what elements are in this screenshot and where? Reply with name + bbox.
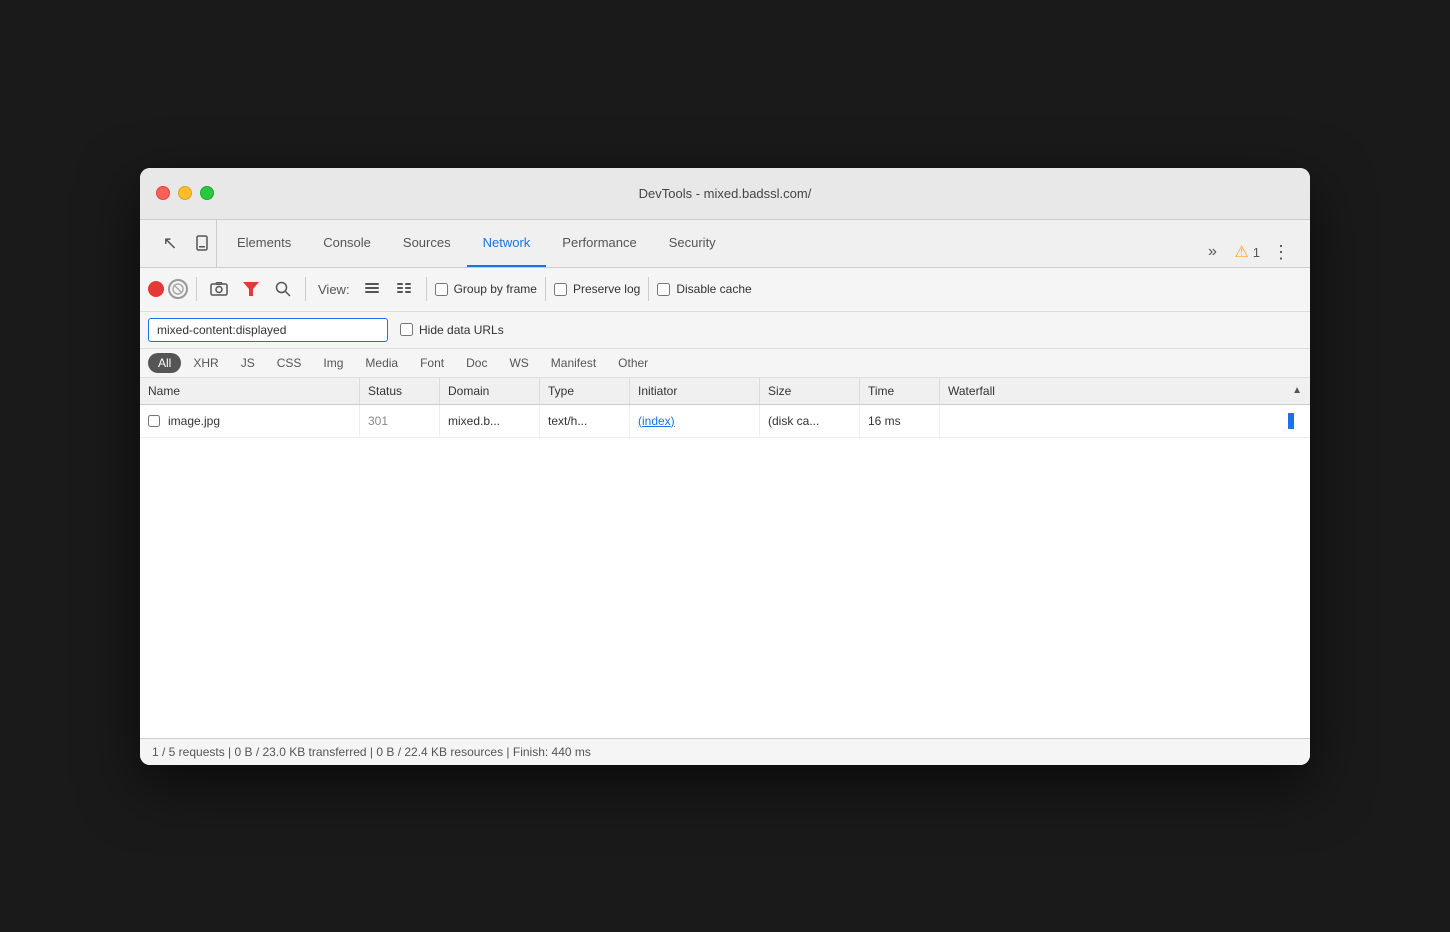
separator-4: [545, 277, 546, 301]
disable-cache-checkbox[interactable]: [657, 283, 670, 296]
filter-button[interactable]: [237, 275, 265, 303]
preserve-log-checkbox[interactable]: [554, 283, 567, 296]
filter-type-ws[interactable]: WS: [499, 353, 538, 373]
stop-button[interactable]: [168, 279, 188, 299]
more-menu-btn[interactable]: ⋮: [1268, 238, 1294, 267]
filter-type-js[interactable]: JS: [231, 353, 265, 373]
tab-console[interactable]: Console: [307, 220, 387, 267]
cursor-tool-btn[interactable]: ↖: [156, 229, 184, 257]
initiator-link[interactable]: (index): [638, 414, 675, 428]
hide-data-urls-toggle[interactable]: Hide data URLs: [400, 323, 504, 337]
table-row[interactable]: image.jpg 301 mixed.b... text/h... (inde…: [140, 405, 1310, 438]
group-by-frame-toggle[interactable]: Group by frame: [435, 282, 537, 296]
table-header: Name Status Domain Type Initiator Size T…: [140, 378, 1310, 405]
filter-type-css[interactable]: CSS: [267, 353, 312, 373]
view-tree-btn[interactable]: [390, 275, 418, 303]
network-table: Name Status Domain Type Initiator Size T…: [140, 378, 1310, 738]
filter-type-manifest[interactable]: Manifest: [541, 353, 606, 373]
table-body: image.jpg 301 mixed.b... text/h... (inde…: [140, 405, 1310, 438]
cell-type: text/h...: [540, 405, 630, 437]
separator-5: [648, 277, 649, 301]
tab-elements[interactable]: Elements: [221, 220, 307, 267]
close-button[interactable]: [156, 186, 170, 200]
filter-type-font[interactable]: Font: [410, 353, 454, 373]
cell-time: 16 ms: [860, 405, 940, 437]
window-title: DevTools - mixed.badssl.com/: [639, 186, 812, 201]
cell-domain: mixed.b...: [440, 405, 540, 437]
separator-3: [426, 277, 427, 301]
filter-type-img[interactable]: Img: [313, 353, 353, 373]
warning-count: 1: [1253, 245, 1260, 260]
maximize-button[interactable]: [200, 186, 214, 200]
devtools-window: DevTools - mixed.badssl.com/ ↖ Elements …: [140, 168, 1310, 765]
filter-type-doc[interactable]: Doc: [456, 353, 497, 373]
cell-name: image.jpg: [140, 405, 360, 437]
tab-performance[interactable]: Performance: [546, 220, 652, 267]
header-waterfall[interactable]: Waterfall ▲: [940, 378, 1310, 404]
filter-input[interactable]: [148, 318, 388, 342]
disable-cache-label: Disable cache: [676, 282, 751, 296]
warning-icon: ⚠: [1234, 242, 1248, 262]
header-type[interactable]: Type: [540, 378, 630, 404]
group-by-frame-checkbox[interactable]: [435, 283, 448, 296]
cell-status: 301: [360, 405, 440, 437]
header-time[interactable]: Time: [860, 378, 940, 404]
tab-sources[interactable]: Sources: [387, 220, 467, 267]
warning-badge[interactable]: ⚠ 1: [1234, 242, 1260, 262]
view-grid-btn[interactable]: [358, 275, 386, 303]
minimize-button[interactable]: [178, 186, 192, 200]
preserve-log-toggle[interactable]: Preserve log: [554, 282, 640, 296]
screenshot-button[interactable]: [205, 275, 233, 303]
filter-type-all[interactable]: All: [148, 353, 181, 373]
traffic-lights: [156, 186, 214, 200]
filter-type-xhr[interactable]: XHR: [183, 353, 228, 373]
filter-type-bar: All XHR JS CSS Img Media Font Doc WS Man…: [140, 349, 1310, 378]
filter-type-other[interactable]: Other: [608, 353, 658, 373]
empty-area: [140, 438, 1310, 738]
separator-1: [196, 277, 197, 301]
filter-bar: Hide data URLs: [140, 312, 1310, 349]
row-checkbox[interactable]: [148, 415, 160, 427]
titlebar: DevTools - mixed.badssl.com/: [140, 168, 1310, 220]
status-text: 1 / 5 requests | 0 B / 23.0 KB transferr…: [152, 745, 591, 759]
cell-initiator: (index): [630, 405, 760, 437]
status-bar: 1 / 5 requests | 0 B / 23.0 KB transferr…: [140, 738, 1310, 765]
search-button[interactable]: [269, 275, 297, 303]
hide-data-urls-checkbox[interactable]: [400, 323, 413, 336]
header-domain[interactable]: Domain: [440, 378, 540, 404]
filter-type-media[interactable]: Media: [355, 353, 408, 373]
tab-security[interactable]: Security: [653, 220, 732, 267]
sort-arrow-icon: ▲: [1292, 385, 1302, 396]
hide-data-urls-label: Hide data URLs: [419, 323, 504, 337]
preserve-log-label: Preserve log: [573, 282, 640, 296]
header-status[interactable]: Status: [360, 378, 440, 404]
separator-2: [305, 277, 306, 301]
device-mode-btn[interactable]: [188, 229, 216, 257]
cell-size: (disk ca...: [760, 405, 860, 437]
waterfall-bar: [1288, 413, 1294, 429]
disable-cache-toggle[interactable]: Disable cache: [657, 282, 751, 296]
tabs-bar: ↖ Elements Console Sources Network Perfo…: [140, 220, 1310, 268]
more-tabs-btn[interactable]: »: [1198, 238, 1226, 266]
tabs-right: » ⚠ 1 ⋮: [1198, 238, 1302, 267]
header-name[interactable]: Name: [140, 378, 360, 404]
network-toolbar: View: Group by frame: [140, 268, 1310, 312]
view-label: View:: [318, 282, 350, 297]
header-initiator[interactable]: Initiator: [630, 378, 760, 404]
group-by-frame-label: Group by frame: [454, 282, 537, 296]
tab-network[interactable]: Network: [467, 220, 547, 267]
tab-tools: ↖: [148, 220, 217, 267]
cell-waterfall: [940, 405, 1310, 437]
record-button[interactable]: [148, 281, 164, 297]
header-size[interactable]: Size: [760, 378, 860, 404]
